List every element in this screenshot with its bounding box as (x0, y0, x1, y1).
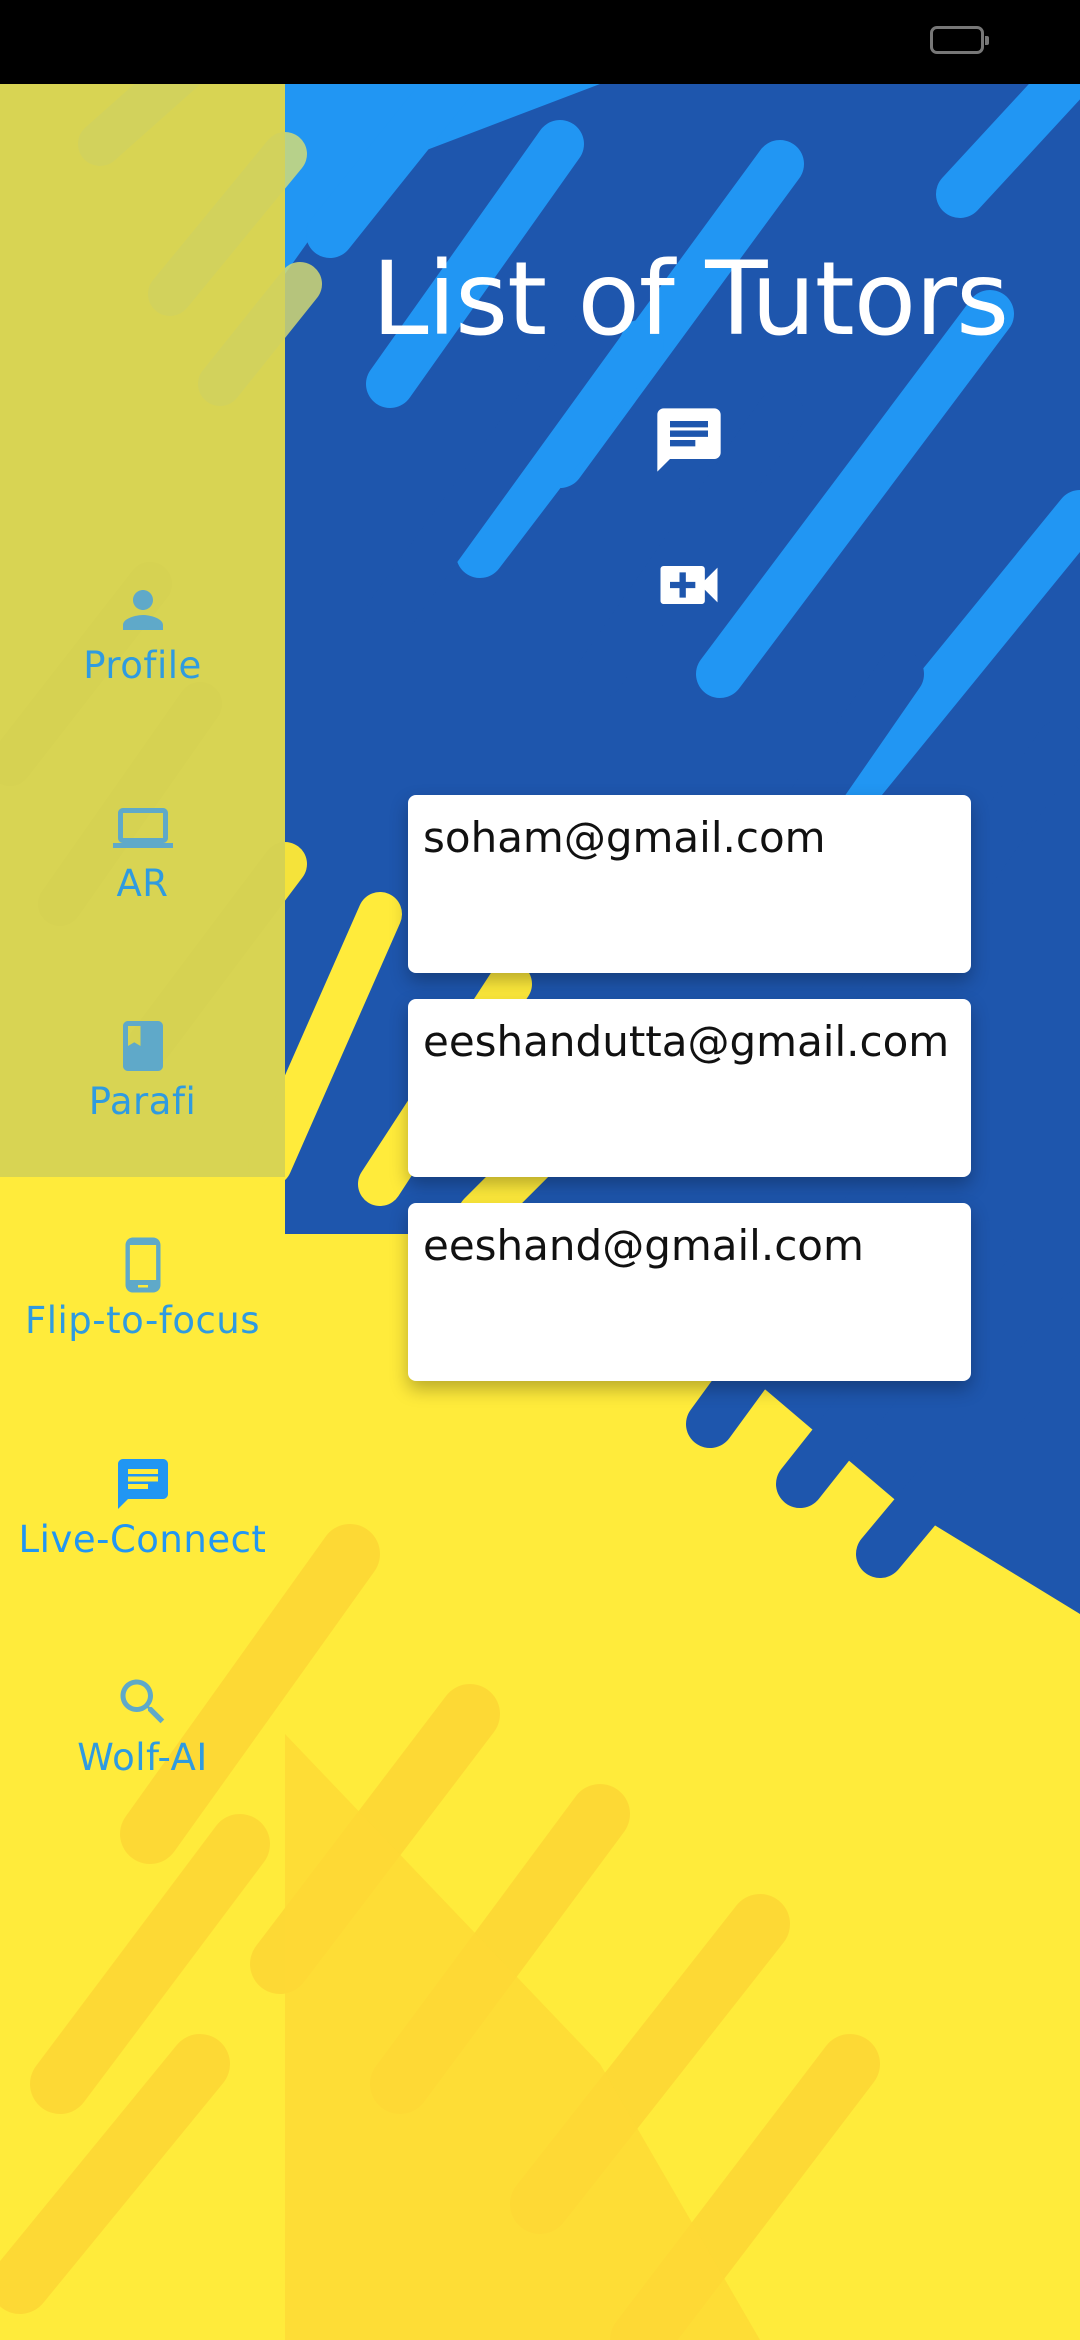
battery-icon (930, 26, 989, 54)
video-call-add-icon (660, 566, 718, 604)
sidebar-item-live-connect[interactable]: Live-Connect (0, 1454, 285, 1654)
person-icon (113, 580, 173, 640)
status-bar (0, 0, 1080, 84)
search-icon (113, 1672, 173, 1732)
sidebar-item-label: AR (116, 862, 169, 905)
screen: Profile AR Parafi Flip-to-focus Live-Con (0, 0, 1080, 2340)
tutor-email: soham@gmail.com (423, 813, 826, 862)
chat-bubble-icon (657, 408, 721, 472)
sidebar-item-label: Parafi (88, 1080, 197, 1123)
sidebar-item-label: Flip-to-focus (24, 1299, 261, 1342)
tutor-card[interactable]: soham@gmail.com (408, 795, 971, 973)
sidebar-nav: Profile AR Parafi Flip-to-focus Live-Con (0, 84, 285, 2340)
sidebar-item-parafi[interactable]: Parafi (0, 1016, 285, 1216)
tutor-email: eeshand@gmail.com (423, 1221, 864, 1270)
chat-button[interactable] (651, 402, 727, 478)
sidebar-item-wolf-ai[interactable]: Wolf-AI (0, 1672, 285, 1872)
sidebar-item-label: Wolf-AI (77, 1736, 208, 1779)
phone-icon (113, 1235, 173, 1295)
laptop-icon (112, 798, 173, 858)
video-call-button[interactable] (651, 547, 727, 623)
tutor-list: soham@gmail.com eeshandutta@gmail.com ee… (408, 795, 971, 1407)
sidebar-item-profile[interactable]: Profile (0, 580, 285, 780)
book-icon (113, 1016, 173, 1076)
sidebar-item-label: Live-Connect (18, 1518, 267, 1561)
page-title: List of Tutors (371, 240, 1009, 359)
sidebar-item-ar[interactable]: AR (0, 798, 285, 998)
sidebar-item-flip-to-focus[interactable]: Flip-to-focus (0, 1235, 285, 1435)
tutor-email: eeshandutta@gmail.com (423, 1017, 950, 1066)
sidebar-item-label: Profile (83, 644, 202, 687)
tutor-card[interactable]: eeshandutta@gmail.com (408, 999, 971, 1177)
tutor-card[interactable]: eeshand@gmail.com (408, 1203, 971, 1381)
chat-icon (113, 1454, 173, 1514)
